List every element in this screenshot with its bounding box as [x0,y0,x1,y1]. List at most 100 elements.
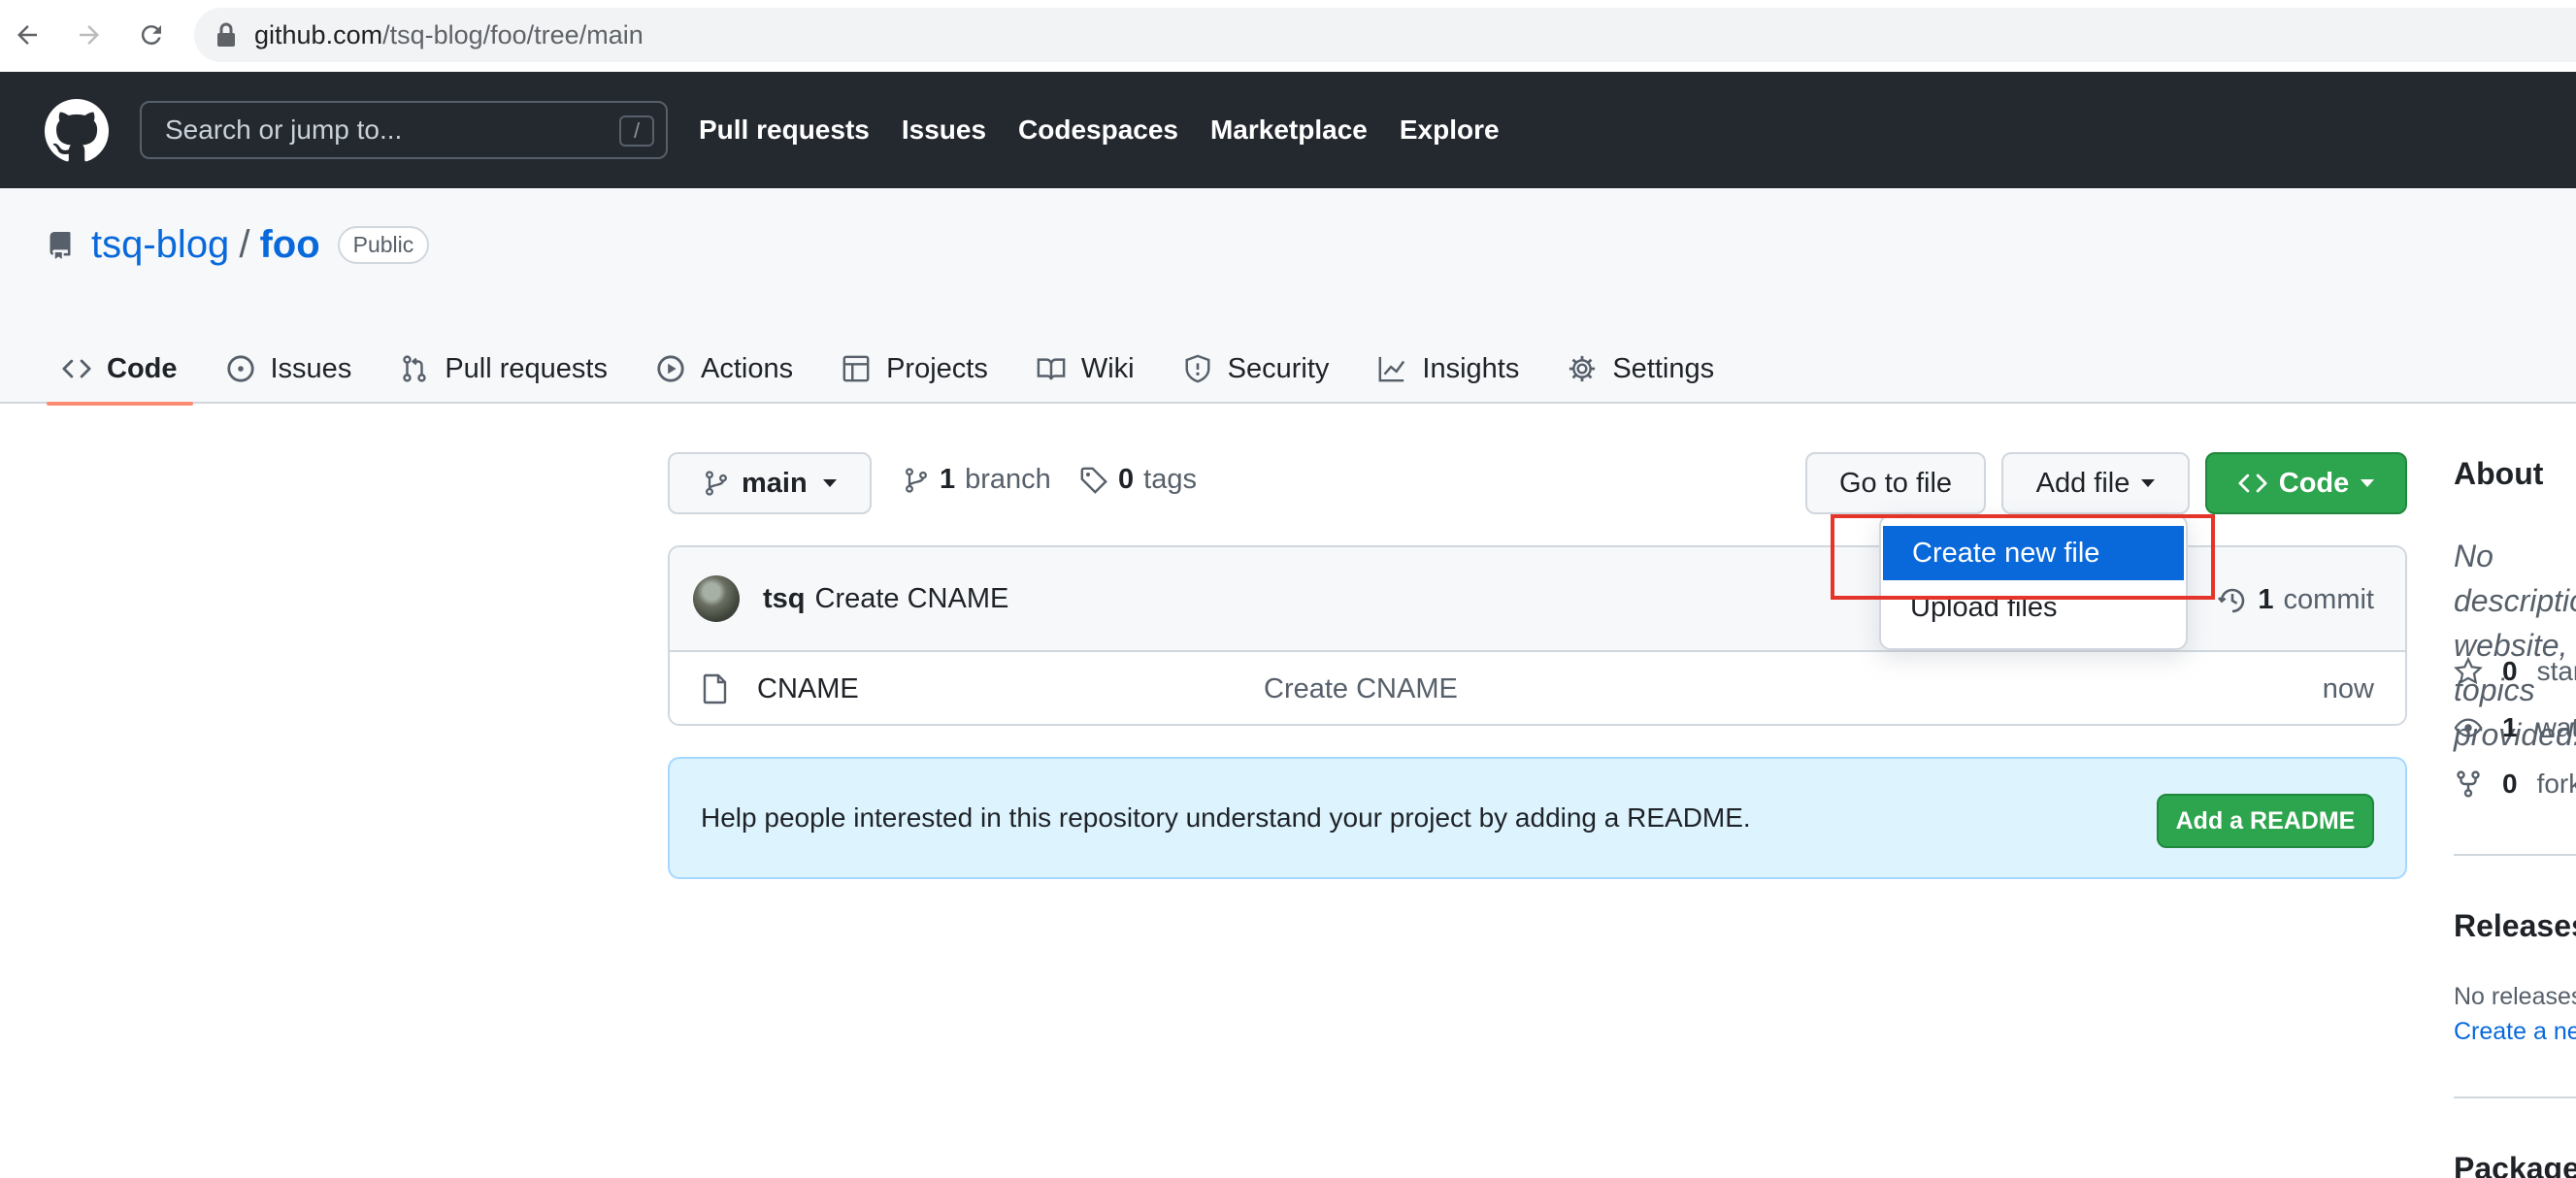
commit-count-label: commit [2283,584,2374,615]
branch-count-link[interactable]: 1 branch [903,464,1051,496]
branch-count-label: branch [965,464,1051,495]
tab-security[interactable]: Security [1168,334,1345,404]
watchers-label: watching [2536,712,2576,742]
watchers-link[interactable]: 1 watching [2454,712,2576,743]
repo-title: tsq-blog / foo Public [47,223,430,267]
branch-select-button[interactable]: main [668,452,872,514]
arrow-left-icon [17,25,37,45]
commit-history-link[interactable]: 1 commit [2217,584,2374,616]
star-icon [2454,657,2483,685]
git-branch-icon [706,471,727,496]
sidebar-divider [2454,1096,2576,1098]
reload-button[interactable] [130,14,173,56]
branch-name: main [742,467,808,499]
tag-count-link[interactable]: 0 tags [1079,464,1197,496]
add-file-button[interactable]: Add file [2001,452,2190,514]
stars-label: stars [2536,656,2576,686]
github-logo-icon[interactable] [45,99,109,163]
nav-marketplace[interactable]: Marketplace [1210,115,1368,146]
go-to-file-button[interactable]: Go to file [1805,452,1986,514]
lock-icon [217,22,235,47]
tag-count-label: tags [1143,464,1197,495]
reload-icon [141,25,161,46]
code-icon [62,359,91,378]
forks-link[interactable]: 0 forks [2454,769,2576,800]
url-path: /tsq-blog/foo/tree/main [382,19,644,49]
nav-codespaces[interactable]: Codespaces [1018,115,1178,146]
tab-actions[interactable]: Actions [641,334,809,404]
issue-icon [226,355,254,382]
address-bar[interactable]: github.com/tsq-blog/foo/tree/main [194,8,2576,62]
browser-chrome: github.com/tsq-blog/foo/tree/main [0,0,2576,72]
search-shortcut-hint: / [619,115,654,147]
file-commit-message[interactable]: Create CNAME [1264,673,1458,705]
repo-name-link[interactable]: foo [259,223,319,267]
back-button[interactable] [6,14,49,56]
tab-issues-label: Issues [270,352,352,384]
eye-icon [2454,718,2483,737]
tab-code-label: Code [107,352,178,384]
tab-pull-requests-label: Pull requests [445,352,608,384]
nav-explore[interactable]: Explore [1400,115,1500,146]
stars-link[interactable]: 0 stars [2454,656,2576,687]
file-icon [703,673,727,704]
shield-icon [1185,354,1210,383]
history-icon [2218,588,2245,612]
watchers-count: 1 [2502,712,2518,742]
code-dropdown-button[interactable]: Code [2205,452,2407,514]
search-placeholder: Search or jump to... [165,115,403,145]
tag-count: 0 [1118,464,1135,495]
code-icon [2238,474,2267,493]
forks-count: 0 [2502,769,2518,799]
search-input[interactable]: Search or jump to... / [140,101,668,159]
tab-projects[interactable]: Projects [826,334,1004,404]
gear-icon [1569,355,1596,382]
github-header: Search or jump to... / Pull requests Iss… [0,72,2576,188]
packages-heading[interactable]: Packages [2454,1151,2576,1178]
nav-pull-requests[interactable]: Pull requests [699,115,870,146]
chevron-down-icon [822,479,837,487]
graph-icon [1378,356,1405,382]
repo-tabs: Code Issues Pull requests Actions Projec… [47,334,1747,406]
go-to-file-label: Go to file [1838,467,1953,499]
commit-author[interactable]: tsq [763,583,806,615]
tab-wiki-label: Wiki [1080,352,1135,384]
tab-issues[interactable]: Issues [211,334,368,404]
tab-pull-requests[interactable]: Pull requests [384,334,623,404]
releases-empty-text: No releases published [2454,983,2576,1010]
tab-code[interactable]: Code [47,334,193,406]
table-row[interactable]: CNAME Create CNAME now [670,652,2405,724]
commit-count: 1 [2258,584,2274,615]
repo-owner-link[interactable]: tsq-blog [91,223,229,267]
add-file-label: Add file [2035,467,2130,499]
file-name-link[interactable]: CNAME [757,673,859,705]
table-icon [842,355,870,382]
url-host: github.com [254,19,383,49]
forward-button[interactable] [68,14,111,56]
highlight-box [1831,514,2215,600]
git-branch-icon [906,467,927,493]
tab-insights[interactable]: Insights [1362,334,1535,404]
add-readme-button[interactable]: Add a README [2157,794,2374,848]
tab-wiki[interactable]: Wiki [1021,334,1150,404]
arrow-right-icon [80,25,99,45]
repo-icon [50,231,71,259]
tag-icon [1080,467,1107,494]
tab-insights-label: Insights [1422,352,1520,384]
global-nav: Pull requests Issues Codespaces Marketpl… [699,72,1500,188]
tab-settings[interactable]: Settings [1552,334,1730,404]
url-text: github.com/tsq-blog/foo/tree/main [254,20,644,50]
repo-header: tsq-blog / foo Public Code Issues Pull r… [0,188,2576,406]
stars-count: 0 [2502,656,2518,686]
tab-security-label: Security [1227,352,1330,384]
commit-message[interactable]: Create CNAME [815,583,1009,615]
forks-label: forks [2536,769,2576,799]
pull-request-icon [403,355,427,382]
nav-issues[interactable]: Issues [902,115,986,146]
create-release-link[interactable]: Create a new release [2454,1018,2576,1046]
readme-banner-text: Help people interested in this repositor… [701,802,1751,833]
sidebar-divider [2454,854,2576,856]
releases-heading[interactable]: Releases [2454,908,2576,944]
avatar[interactable] [693,575,740,622]
tab-actions-label: Actions [700,352,794,384]
